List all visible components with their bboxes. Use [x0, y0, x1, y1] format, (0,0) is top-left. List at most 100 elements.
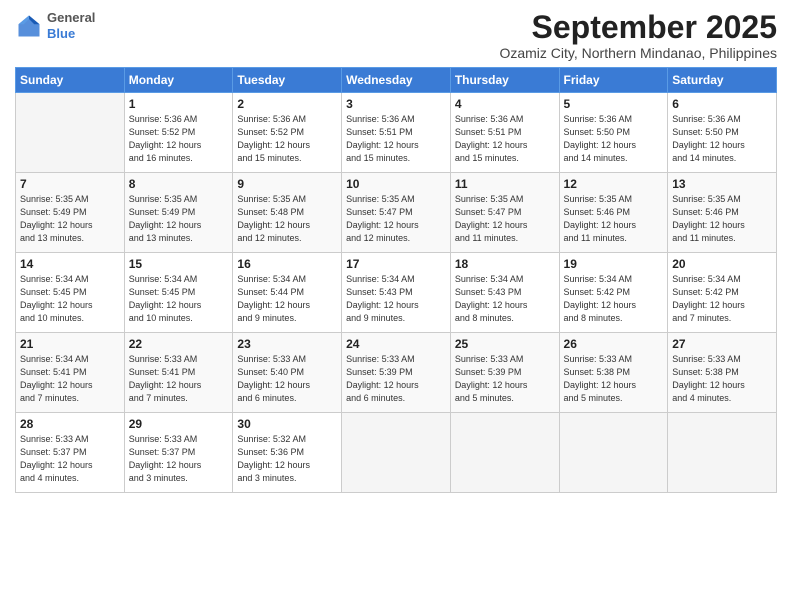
day-number: 30 — [237, 417, 337, 431]
calendar-cell: 6 Sunrise: 5:36 AM Sunset: 5:50 PM Daylig… — [668, 93, 777, 173]
day-info: Sunrise: 5:35 AM Sunset: 5:47 PM Dayligh… — [346, 193, 446, 245]
day-info: Sunrise: 5:33 AM Sunset: 5:38 PM Dayligh… — [672, 353, 772, 405]
week-row-4: 28 Sunrise: 5:33 AM Sunset: 5:37 PM Dayli… — [16, 413, 777, 493]
day-number: 16 — [237, 257, 337, 271]
calendar-cell: 1 Sunrise: 5:36 AM Sunset: 5:52 PM Daylig… — [124, 93, 233, 173]
calendar-cell — [450, 413, 559, 493]
calendar-cell: 16 Sunrise: 5:34 AM Sunset: 5:44 PM Dayli… — [233, 253, 342, 333]
calendar-cell: 2 Sunrise: 5:36 AM Sunset: 5:52 PM Daylig… — [233, 93, 342, 173]
calendar-cell: 14Sunrise: 5:34 AM Sunset: 5:45 PM Dayli… — [16, 253, 125, 333]
calendar-cell — [342, 413, 451, 493]
header-row: SundayMondayTuesdayWednesdayThursdayFrid… — [16, 68, 777, 93]
day-number: 3 — [346, 97, 446, 111]
day-number: 2 — [237, 97, 337, 111]
day-number: 10 — [346, 177, 446, 191]
day-info: Sunrise: 5:35 AM Sunset: 5:46 PM Dayligh… — [672, 193, 772, 245]
header-sunday: Sunday — [16, 68, 125, 93]
calendar-cell: 25 Sunrise: 5:33 AM Sunset: 5:39 PM Dayli… — [450, 333, 559, 413]
day-info: Sunrise: 5:34 AM Sunset: 5:42 PM Dayligh… — [672, 273, 772, 325]
calendar-cell: 19 Sunrise: 5:34 AM Sunset: 5:42 PM Dayli… — [559, 253, 668, 333]
calendar-cell: 8Sunrise: 5:35 AM Sunset: 5:49 PM Daylig… — [124, 173, 233, 253]
day-number: 29 — [129, 417, 229, 431]
week-row-2: 14Sunrise: 5:34 AM Sunset: 5:45 PM Dayli… — [16, 253, 777, 333]
logo-icon — [15, 12, 43, 40]
day-info: Sunrise: 5:33 AM Sunset: 5:39 PM Dayligh… — [346, 353, 446, 405]
title-block: September 2025 Ozamiz City, Northern Min… — [499, 10, 777, 61]
day-info: Sunrise: 5:36 AM Sunset: 5:52 PM Dayligh… — [237, 113, 337, 165]
header-wednesday: Wednesday — [342, 68, 451, 93]
day-info: Sunrise: 5:34 AM Sunset: 5:41 PM Dayligh… — [20, 353, 120, 405]
calendar-cell: 24 Sunrise: 5:33 AM Sunset: 5:39 PM Dayli… — [342, 333, 451, 413]
day-info: Sunrise: 5:33 AM Sunset: 5:38 PM Dayligh… — [564, 353, 664, 405]
calendar-cell: 29 Sunrise: 5:33 AM Sunset: 5:37 PM Dayli… — [124, 413, 233, 493]
header-monday: Monday — [124, 68, 233, 93]
day-number: 13 — [672, 177, 772, 191]
day-number: 19 — [564, 257, 664, 271]
calendar-cell: 28 Sunrise: 5:33 AM Sunset: 5:37 PM Dayli… — [16, 413, 125, 493]
day-info: Sunrise: 5:34 AM Sunset: 5:42 PM Dayligh… — [564, 273, 664, 325]
day-number: 23 — [237, 337, 337, 351]
day-number: 17 — [346, 257, 446, 271]
day-info: Sunrise: 5:36 AM Sunset: 5:52 PM Dayligh… — [129, 113, 229, 165]
calendar-cell: 23 Sunrise: 5:33 AM Sunset: 5:40 PM Dayli… — [233, 333, 342, 413]
calendar-cell: 21 Sunrise: 5:34 AM Sunset: 5:41 PM Dayli… — [16, 333, 125, 413]
day-info: Sunrise: 5:34 AM Sunset: 5:44 PM Dayligh… — [237, 273, 337, 325]
day-info: Sunrise: 5:35 AM Sunset: 5:46 PM Dayligh… — [564, 193, 664, 245]
day-number: 28 — [20, 417, 120, 431]
calendar-cell: 9Sunrise: 5:35 AM Sunset: 5:48 PM Daylig… — [233, 173, 342, 253]
day-info: Sunrise: 5:34 AM Sunset: 5:45 PM Dayligh… — [20, 273, 120, 325]
day-info: Sunrise: 5:35 AM Sunset: 5:49 PM Dayligh… — [20, 193, 120, 245]
calendar-cell: 30 Sunrise: 5:32 AM Sunset: 5:36 PM Dayli… — [233, 413, 342, 493]
day-info: Sunrise: 5:33 AM Sunset: 5:41 PM Dayligh… — [129, 353, 229, 405]
calendar-cell: 22 Sunrise: 5:33 AM Sunset: 5:41 PM Dayli… — [124, 333, 233, 413]
page-header: General Blue September 2025 Ozamiz City,… — [15, 10, 777, 61]
day-number: 7 — [20, 177, 120, 191]
day-info: Sunrise: 5:36 AM Sunset: 5:50 PM Dayligh… — [564, 113, 664, 165]
calendar-cell — [16, 93, 125, 173]
day-info: Sunrise: 5:33 AM Sunset: 5:40 PM Dayligh… — [237, 353, 337, 405]
day-number: 21 — [20, 337, 120, 351]
calendar-cell — [668, 413, 777, 493]
calendar-cell: 11 Sunrise: 5:35 AM Sunset: 5:47 PM Dayli… — [450, 173, 559, 253]
day-info: Sunrise: 5:35 AM Sunset: 5:48 PM Dayligh… — [237, 193, 337, 245]
day-number: 12 — [564, 177, 664, 191]
day-info: Sunrise: 5:36 AM Sunset: 5:51 PM Dayligh… — [346, 113, 446, 165]
calendar-cell: 5Sunrise: 5:36 AM Sunset: 5:50 PM Daylig… — [559, 93, 668, 173]
day-info: Sunrise: 5:33 AM Sunset: 5:37 PM Dayligh… — [20, 433, 120, 485]
day-number: 1 — [129, 97, 229, 111]
day-info: Sunrise: 5:34 AM Sunset: 5:45 PM Dayligh… — [129, 273, 229, 325]
subtitle: Ozamiz City, Northern Mindanao, Philippi… — [499, 45, 777, 61]
day-number: 20 — [672, 257, 772, 271]
day-number: 24 — [346, 337, 446, 351]
calendar-cell: 26 Sunrise: 5:33 AM Sunset: 5:38 PM Dayli… — [559, 333, 668, 413]
day-info: Sunrise: 5:32 AM Sunset: 5:36 PM Dayligh… — [237, 433, 337, 485]
week-row-0: 1 Sunrise: 5:36 AM Sunset: 5:52 PM Daylig… — [16, 93, 777, 173]
calendar-cell: 13 Sunrise: 5:35 AM Sunset: 5:46 PM Dayli… — [668, 173, 777, 253]
day-number: 4 — [455, 97, 555, 111]
day-number: 25 — [455, 337, 555, 351]
header-tuesday: Tuesday — [233, 68, 342, 93]
logo: General Blue — [15, 10, 95, 41]
week-row-3: 21 Sunrise: 5:34 AM Sunset: 5:41 PM Dayli… — [16, 333, 777, 413]
header-saturday: Saturday — [668, 68, 777, 93]
day-number: 6 — [672, 97, 772, 111]
day-number: 26 — [564, 337, 664, 351]
day-info: Sunrise: 5:33 AM Sunset: 5:37 PM Dayligh… — [129, 433, 229, 485]
day-info: Sunrise: 5:34 AM Sunset: 5:43 PM Dayligh… — [346, 273, 446, 325]
calendar-cell: 18Sunrise: 5:34 AM Sunset: 5:43 PM Dayli… — [450, 253, 559, 333]
day-info: Sunrise: 5:36 AM Sunset: 5:50 PM Dayligh… — [672, 113, 772, 165]
calendar-cell: 15Sunrise: 5:34 AM Sunset: 5:45 PM Dayli… — [124, 253, 233, 333]
calendar-cell: 12 Sunrise: 5:35 AM Sunset: 5:46 PM Dayli… — [559, 173, 668, 253]
calendar-cell — [559, 413, 668, 493]
logo-text: General Blue — [47, 10, 95, 41]
calendar-cell: 3 Sunrise: 5:36 AM Sunset: 5:51 PM Daylig… — [342, 93, 451, 173]
month-title: September 2025 — [499, 10, 777, 45]
day-info: Sunrise: 5:33 AM Sunset: 5:39 PM Dayligh… — [455, 353, 555, 405]
day-info: Sunrise: 5:35 AM Sunset: 5:47 PM Dayligh… — [455, 193, 555, 245]
day-number: 27 — [672, 337, 772, 351]
day-number: 22 — [129, 337, 229, 351]
day-number: 11 — [455, 177, 555, 191]
day-info: Sunrise: 5:34 AM Sunset: 5:43 PM Dayligh… — [455, 273, 555, 325]
calendar-table: SundayMondayTuesdayWednesdayThursdayFrid… — [15, 67, 777, 493]
header-thursday: Thursday — [450, 68, 559, 93]
